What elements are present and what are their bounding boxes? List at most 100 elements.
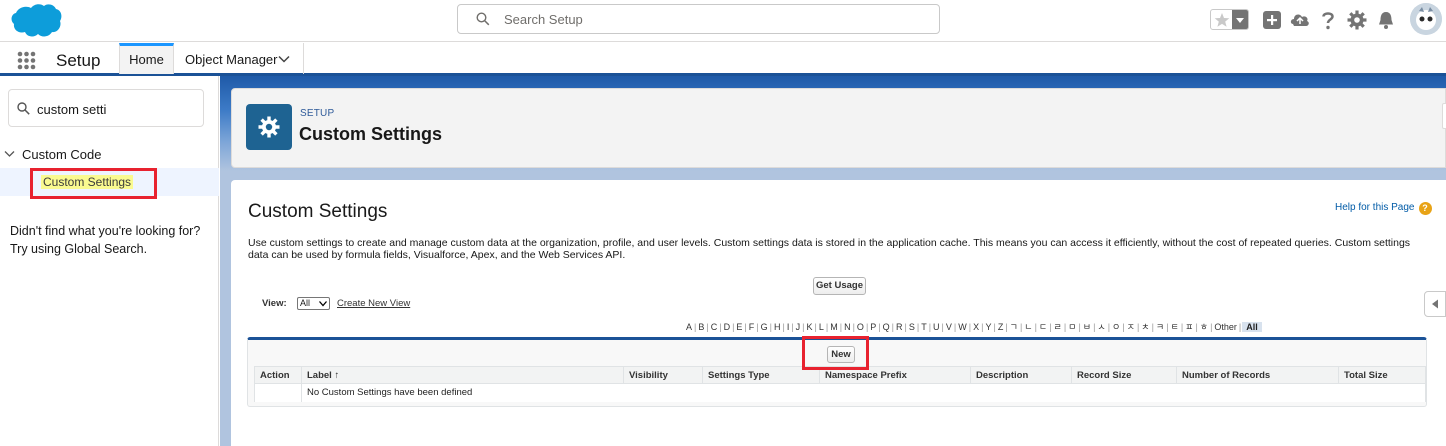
get-usage-button[interactable]: Get Usage xyxy=(813,277,866,295)
alpha-filter-item[interactable]: M xyxy=(829,322,839,332)
favorites-star-icon[interactable] xyxy=(1213,11,1231,29)
alpha-filter-all[interactable]: All xyxy=(1242,322,1262,332)
page-icon xyxy=(246,104,292,150)
setup-search-input[interactable] xyxy=(504,9,924,29)
empty-message: No Custom Settings have been defined xyxy=(301,383,1426,402)
tab-object-manager[interactable]: Object Manager xyxy=(175,43,304,74)
tree-node-label: Custom Code xyxy=(22,147,102,162)
column-header-number-of-records: Number of Records xyxy=(1176,366,1339,384)
alpha-filter-item[interactable]: ㅎ xyxy=(1199,320,1209,333)
user-avatar[interactable] xyxy=(1410,3,1442,35)
alpha-filter-item[interactable]: Q xyxy=(882,322,891,332)
app-launcher-icon[interactable] xyxy=(17,51,36,70)
alpha-filter-item[interactable]: C xyxy=(710,322,719,332)
notifications-bell-icon[interactable] xyxy=(1375,9,1397,31)
custom-settings-table: Action Label ↑ Visibility Settings Type … xyxy=(254,366,1426,402)
column-header-total-size: Total Size xyxy=(1338,366,1426,384)
alphabet-filter: A | B | C | D | E | F | G | H | I | J | K | L | M | N | O | P | Q | R | S | T |… xyxy=(685,320,1262,333)
view-select-value: All xyxy=(300,298,311,308)
highlight-box xyxy=(30,168,157,199)
alpha-filter-item[interactable]: X xyxy=(972,322,980,332)
alpha-filter-item[interactable]: V xyxy=(945,322,953,332)
alpha-filter-item[interactable]: Other xyxy=(1213,322,1238,332)
alpha-filter-item[interactable]: K xyxy=(806,322,814,332)
header-card-edge xyxy=(1442,103,1446,129)
search-icon xyxy=(17,102,30,115)
alpha-filter-item[interactable]: R xyxy=(895,322,904,332)
alpha-filter-item[interactable]: ㅇ xyxy=(1111,320,1121,333)
alpha-filter-item[interactable]: ㅌ xyxy=(1170,320,1180,333)
chevron-down-icon xyxy=(319,301,327,307)
trailhead-icon[interactable] xyxy=(1289,9,1311,31)
app-name: Setup xyxy=(56,51,101,70)
salesforce-logo-icon[interactable] xyxy=(9,3,62,39)
column-header-record-size: Record Size xyxy=(1071,366,1177,384)
alpha-filter-item[interactable]: ㅍ xyxy=(1184,320,1194,333)
help-link[interactable]: Help for this Page? xyxy=(1335,202,1432,215)
not-found-hint: Didn't find what you're looking for? Try… xyxy=(10,222,200,258)
column-header-description: Description xyxy=(970,366,1072,384)
alpha-filter-item[interactable]: W xyxy=(957,322,968,332)
alpha-filter-item[interactable]: G xyxy=(760,322,769,332)
user-avatar-icon xyxy=(1410,3,1442,35)
table-cell xyxy=(254,383,302,402)
alpha-filter-item[interactable]: ㅈ xyxy=(1126,320,1136,333)
chevron-left-icon xyxy=(1432,299,1438,309)
setup-gear-icon[interactable] xyxy=(1346,9,1368,31)
main-content-card: Custom Settings Help for this Page? Use … xyxy=(231,180,1446,446)
alpha-filter-item[interactable]: ㄹ xyxy=(1053,320,1063,333)
tab-object-manager-label: Object Manager xyxy=(185,52,278,67)
help-icon[interactable] xyxy=(1317,9,1339,31)
view-label: View: xyxy=(262,298,287,309)
tab-home-label: Home xyxy=(129,52,164,67)
page-title: Custom Settings xyxy=(299,124,443,144)
highlight-box xyxy=(802,336,869,370)
global-header xyxy=(0,0,1446,42)
alpha-filter-item[interactable]: ㄷ xyxy=(1038,320,1048,333)
tab-home[interactable]: Home xyxy=(119,43,174,74)
alpha-filter-item[interactable]: U xyxy=(932,322,941,332)
column-header-visibility: Visibility xyxy=(623,366,703,384)
alpha-filter-item[interactable]: ㅁ xyxy=(1067,320,1077,333)
column-header-label[interactable]: Label ↑ xyxy=(301,366,624,384)
alpha-filter-item[interactable]: L xyxy=(818,322,825,332)
alpha-filter-item[interactable]: ㄱ xyxy=(1009,320,1019,333)
column-header-action: Action xyxy=(254,366,302,384)
alpha-filter-item[interactable]: ㅅ xyxy=(1096,320,1106,333)
quick-find-input[interactable] xyxy=(37,100,197,118)
favorites-dropdown-button[interactable] xyxy=(1232,10,1248,29)
quick-find-box[interactable] xyxy=(8,89,204,127)
global-actions-add-icon[interactable] xyxy=(1261,9,1283,31)
not-found-line-1: Didn't find what you're looking for? xyxy=(10,224,201,238)
alpha-filter-item[interactable]: ㅊ xyxy=(1140,320,1150,333)
search-icon xyxy=(476,12,490,26)
chevron-down-icon[interactable] xyxy=(4,149,15,159)
page-header-card: SETUP Custom Settings xyxy=(231,88,1446,168)
table-row: No Custom Settings have been defined xyxy=(254,383,1426,402)
help-icon[interactable]: ? xyxy=(1418,202,1432,215)
alpha-filter-item[interactable]: A xyxy=(685,322,693,332)
alpha-filter-item[interactable]: ㅂ xyxy=(1082,320,1092,333)
setup-tree-panel: Custom Code Custom Settings Didn't find … xyxy=(0,76,219,446)
create-new-view-link[interactable]: Create New View xyxy=(337,298,410,309)
breadcrumb[interactable]: SETUP xyxy=(300,108,334,119)
collapse-side-panel-button[interactable] xyxy=(1424,291,1446,317)
content-title: Custom Settings xyxy=(248,201,388,222)
alpha-filter-item[interactable]: T xyxy=(920,322,928,332)
setup-search-box[interactable] xyxy=(457,4,940,34)
alpha-filter-item[interactable]: N xyxy=(843,322,852,332)
favorites-dropdown-icon xyxy=(1236,18,1244,23)
context-bar: Setup Home Object Manager xyxy=(0,43,1446,76)
not-found-line-2: Try using Global Search. xyxy=(10,242,148,256)
help-link-label[interactable]: Help for this Page xyxy=(1335,202,1415,213)
gear-icon xyxy=(258,116,280,138)
favorites-control[interactable] xyxy=(1210,9,1249,30)
alpha-filter-item[interactable]: S xyxy=(908,322,916,332)
chevron-down-icon[interactable] xyxy=(278,54,290,64)
alpha-filter-item[interactable]: D xyxy=(723,322,732,332)
page-description: Use custom settings to create and manage… xyxy=(248,237,1411,261)
alpha-filter-item[interactable]: ㅋ xyxy=(1155,320,1165,333)
alpha-filter-item[interactable]: O xyxy=(856,322,865,332)
view-select[interactable]: All xyxy=(297,297,330,310)
alpha-filter-item[interactable]: ㄴ xyxy=(1023,320,1033,333)
